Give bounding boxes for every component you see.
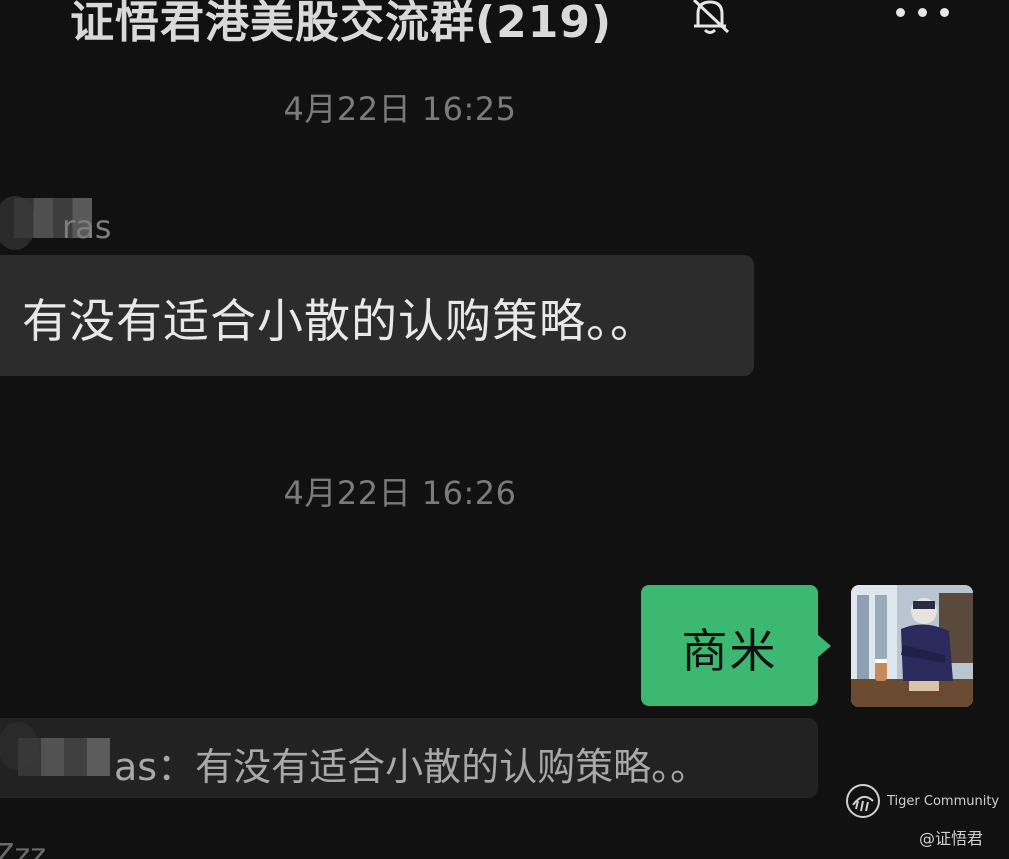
blurred-quoted-name — [18, 738, 110, 776]
bell-slash-icon — [692, 0, 730, 34]
timestamp-1: 4月22日 16:25 — [283, 90, 517, 128]
more-dots-icon[interactable] — [888, 0, 958, 32]
message-bubble-outgoing[interactable]: 商米 — [641, 585, 818, 706]
message-text: 有没有适合小散的认购策略。。 — [22, 294, 657, 348]
watermark-handle: @证悟君 — [919, 829, 984, 848]
watermark: Tiger Community @证悟君 — [845, 783, 1005, 853]
sender-name: ras — [62, 208, 112, 246]
watermark-brand: Tiger Community — [887, 794, 1000, 809]
bubble-tail — [817, 634, 831, 658]
group-title[interactable]: 证悟君港美股交流群(219) — [70, 0, 612, 50]
message-bubble-incoming[interactable]: 有没有适合小散的认购策略。。 — [0, 255, 754, 376]
quoted-message[interactable]: as：有没有适合小散的认购策略。。 — [0, 718, 818, 798]
quoted-text: as：有没有适合小散的认购策略。。 — [114, 745, 709, 789]
tiger-logo-icon — [846, 784, 880, 818]
chat-screen: 证悟君港美股交流群(219) 4月22日 16:25 ras 有没有适合小散的认… — [0, 0, 1009, 859]
my-avatar[interactable] — [851, 585, 973, 707]
partial-next-sender: Zzz — [0, 838, 47, 859]
timestamp-2: 4月22日 16:26 — [283, 474, 517, 512]
reply-text: 商米 — [681, 624, 778, 678]
